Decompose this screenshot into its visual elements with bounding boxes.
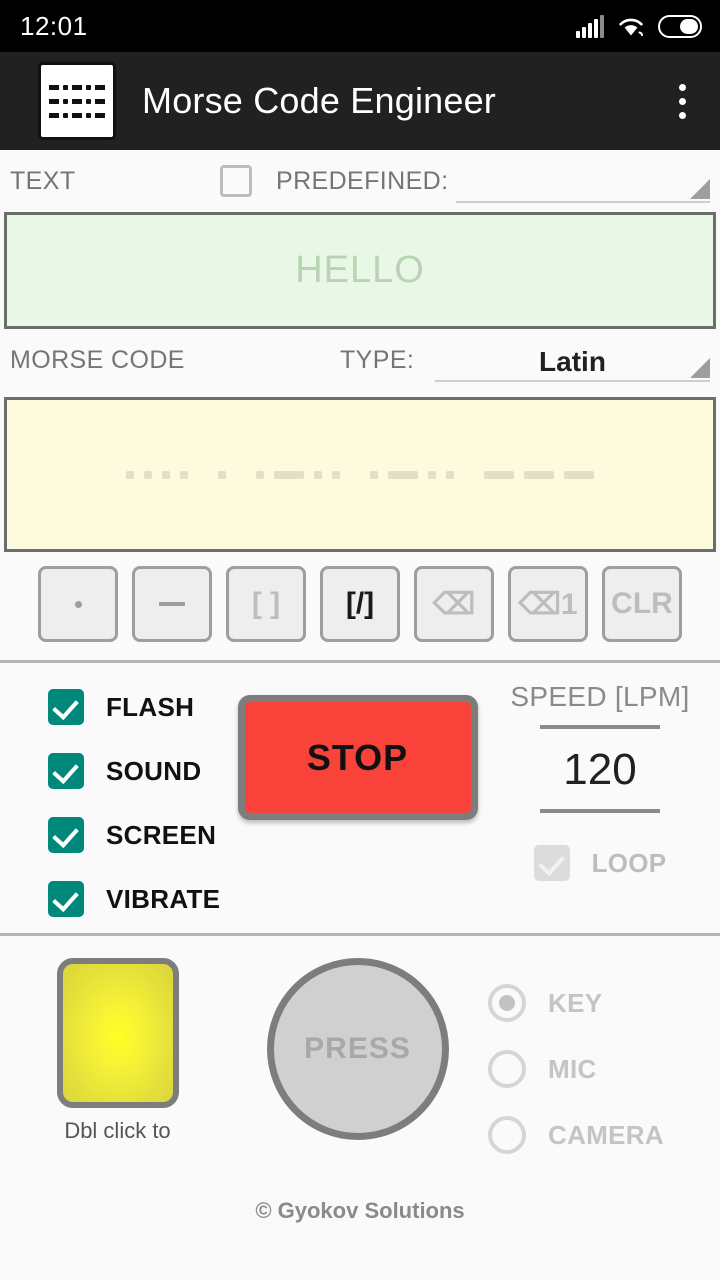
source-radio-group: KEY MIC CAMERA bbox=[480, 958, 720, 1182]
morse-dash bbox=[484, 470, 514, 479]
radio-option-mic[interactable]: MIC bbox=[488, 1050, 720, 1088]
morse-dash bbox=[564, 470, 594, 479]
option-label: FLASH bbox=[106, 691, 195, 722]
press-button[interactable]: PRESS bbox=[266, 958, 449, 1140]
morse-letter bbox=[484, 470, 594, 479]
checkbox-vibrate[interactable] bbox=[48, 881, 84, 917]
stop-button[interactable]: STOP bbox=[237, 695, 478, 820]
radio-mic[interactable] bbox=[488, 1050, 526, 1088]
wifi-icon bbox=[618, 16, 644, 38]
loop-label: LOOP bbox=[591, 847, 667, 878]
predefined-checkbox[interactable] bbox=[220, 165, 252, 197]
controls-section: FLASH SOUND SCREEN VIBRATE STOP SPEED [LPM]… bbox=[0, 663, 720, 933]
morse-dot bbox=[332, 470, 340, 479]
radio-key[interactable] bbox=[488, 984, 526, 1022]
overflow-menu-icon[interactable] bbox=[662, 83, 702, 119]
morse-header-row: MORSE CODE TYPE: Latin bbox=[0, 329, 720, 391]
output-options-list: FLASH SOUND SCREEN VIBRATE bbox=[0, 681, 235, 917]
option-label: VIBRATE bbox=[106, 883, 221, 914]
radio-label: KEY bbox=[548, 987, 603, 1018]
flash-lamp[interactable] bbox=[56, 958, 179, 1108]
dot-button[interactable] bbox=[38, 566, 118, 642]
type-label: TYPE: bbox=[340, 345, 415, 374]
footer-copyright: © Gyokov Solutions bbox=[255, 1198, 465, 1223]
morse-letter bbox=[218, 470, 226, 479]
option-vibrate[interactable]: VIBRATE bbox=[48, 881, 235, 917]
status-bar: 12:01 bbox=[0, 0, 720, 52]
checkbox-sound[interactable] bbox=[48, 753, 84, 789]
predefined-label: PREDEFINED: bbox=[276, 166, 449, 195]
morse-dot bbox=[144, 470, 152, 479]
battery-icon bbox=[658, 14, 702, 38]
type-dropdown[interactable]: Latin bbox=[435, 338, 710, 382]
morse-dash bbox=[274, 470, 304, 479]
morse-output[interactable] bbox=[4, 397, 716, 552]
app-screen: 12:01 Morse Code Engineer TEXT PREDEFINE… bbox=[0, 0, 720, 1280]
morse-dot bbox=[256, 470, 264, 479]
morse-dash bbox=[524, 470, 554, 479]
loop-checkbox[interactable] bbox=[533, 845, 570, 881]
morse-dot bbox=[180, 470, 188, 479]
manual-section: Dbl click to PRESS KEY MIC CAMERA bbox=[0, 936, 720, 1188]
text-input-placeholder: HELLO bbox=[295, 249, 425, 291]
morse-dot bbox=[428, 470, 436, 479]
speed-picker[interactable]: 120 bbox=[480, 725, 720, 813]
option-label: SCREEN bbox=[106, 819, 217, 850]
lamp-caption: Dbl click to bbox=[64, 1118, 171, 1143]
word-gap-button[interactable]: [/] bbox=[320, 566, 400, 642]
speed-column: SPEED [LPM] 120 LOOP bbox=[480, 681, 720, 881]
morse-dot bbox=[162, 470, 170, 479]
morse-symbols bbox=[126, 470, 594, 479]
morse-dot bbox=[314, 470, 322, 479]
morse-dot bbox=[218, 470, 226, 479]
signal-icon bbox=[576, 14, 604, 38]
morse-dash bbox=[388, 470, 418, 479]
radio-label: CAMERA bbox=[548, 1119, 664, 1150]
morse-keypad: [ ] [/] ⌫ ⌫1 CLR bbox=[0, 552, 720, 660]
checkbox-flash[interactable] bbox=[48, 689, 84, 725]
transmit-column: STOP bbox=[235, 681, 480, 820]
backspace-button[interactable]: ⌫ bbox=[414, 566, 494, 642]
morse-grid-icon bbox=[38, 62, 116, 140]
option-label: SOUND bbox=[106, 755, 202, 786]
checkbox-screen[interactable] bbox=[48, 817, 84, 853]
app-bar: Morse Code Engineer bbox=[0, 52, 720, 150]
option-screen[interactable]: SCREEN bbox=[48, 817, 235, 853]
option-sound[interactable]: SOUND bbox=[48, 753, 235, 789]
morse-letter bbox=[256, 470, 340, 479]
backspace-one-button[interactable]: ⌫1 bbox=[508, 566, 588, 642]
main-content: TEXT PREDEFINED: HELLO MORSE CODE TYPE: … bbox=[0, 150, 720, 1224]
morse-letter bbox=[370, 470, 454, 479]
morse-code-label: MORSE CODE bbox=[10, 345, 185, 374]
morse-dot bbox=[370, 470, 378, 479]
clear-button[interactable]: CLR bbox=[602, 566, 682, 642]
morse-dot bbox=[126, 470, 134, 479]
speed-decrease-divider bbox=[540, 809, 660, 813]
text-input[interactable]: HELLO bbox=[4, 212, 716, 329]
text-header-row: TEXT PREDEFINED: bbox=[0, 150, 720, 212]
press-column: PRESS bbox=[235, 958, 480, 1140]
option-flash[interactable]: FLASH bbox=[48, 689, 235, 725]
radio-label: MIC bbox=[548, 1053, 597, 1084]
loop-row[interactable]: LOOP bbox=[480, 845, 720, 881]
type-value: Latin bbox=[539, 346, 606, 377]
page-title: Morse Code Engineer bbox=[142, 80, 496, 121]
status-icon-group bbox=[576, 14, 702, 38]
speed-title: SPEED [LPM] bbox=[510, 681, 690, 712]
dash-button[interactable] bbox=[132, 566, 212, 642]
dash-icon bbox=[159, 602, 185, 606]
dot-icon bbox=[74, 600, 82, 608]
speed-value[interactable]: 120 bbox=[480, 729, 720, 809]
letter-gap-button[interactable]: [ ] bbox=[226, 566, 306, 642]
morse-dot bbox=[446, 470, 454, 479]
radio-option-key[interactable]: KEY bbox=[488, 984, 720, 1022]
radio-camera[interactable] bbox=[488, 1116, 526, 1154]
predefined-dropdown[interactable] bbox=[456, 159, 710, 203]
lamp-column: Dbl click to bbox=[0, 958, 235, 1144]
status-time: 12:01 bbox=[20, 10, 88, 41]
text-label: TEXT bbox=[10, 166, 76, 195]
morse-letter bbox=[126, 470, 188, 479]
radio-option-camera[interactable]: CAMERA bbox=[488, 1116, 720, 1154]
